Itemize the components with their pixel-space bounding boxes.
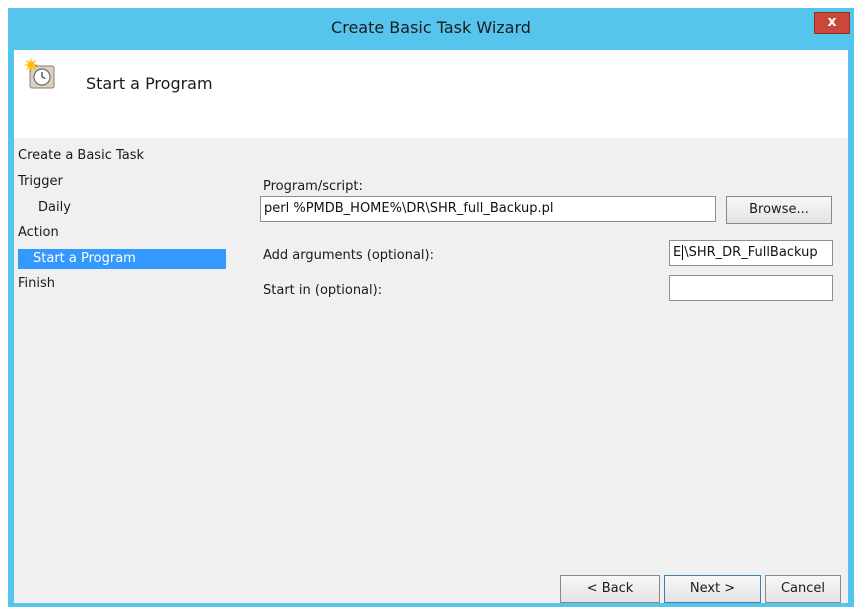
page-title: Start a Program <box>86 74 213 93</box>
add-arguments-input[interactable]: E \SHR_DR_FullBackup <box>669 240 833 266</box>
next-button[interactable]: Next > <box>664 575 761 603</box>
program-script-input[interactable]: perl %PMDB_HOME%\DR\SHR_full_Backup.pl <box>260 196 716 222</box>
nav-step-trigger: Trigger <box>18 174 63 189</box>
wizard-window: Create Basic Task Wizard x Start a Progr… <box>8 8 854 607</box>
nav-step-finish: Finish <box>18 276 56 291</box>
program-script-label: Program/script: <box>263 179 363 194</box>
browse-button[interactable]: Browse... <box>726 196 832 224</box>
task-scheduler-clock-icon <box>24 58 55 89</box>
wizard-client-area: Start a Program Create a Basic Task Trig… <box>14 50 848 603</box>
arguments-text-rest: \SHR_DR_FullBackup <box>684 245 818 260</box>
nav-step-create-basic-task: Create a Basic Task <box>18 148 145 163</box>
close-button[interactable]: x <box>814 12 850 34</box>
nav-step-daily: Daily <box>38 200 71 215</box>
wizard-header: Start a Program <box>14 50 848 138</box>
arguments-text-start: E <box>673 245 682 260</box>
back-button[interactable]: < Back <box>560 575 660 603</box>
start-in-label: Start in (optional): <box>263 283 383 298</box>
title-bar[interactable]: Create Basic Task Wizard x <box>8 8 854 50</box>
window-title: Create Basic Task Wizard <box>331 18 531 37</box>
screen-edge <box>0 0 8 607</box>
close-icon: x <box>827 14 837 30</box>
add-arguments-label: Add arguments (optional): <box>263 248 434 263</box>
start-in-input[interactable] <box>669 275 833 301</box>
nav-step-action: Action <box>18 225 59 240</box>
cancel-button[interactable]: Cancel <box>765 575 841 603</box>
nav-step-start-a-program: Start a Program <box>18 249 226 269</box>
